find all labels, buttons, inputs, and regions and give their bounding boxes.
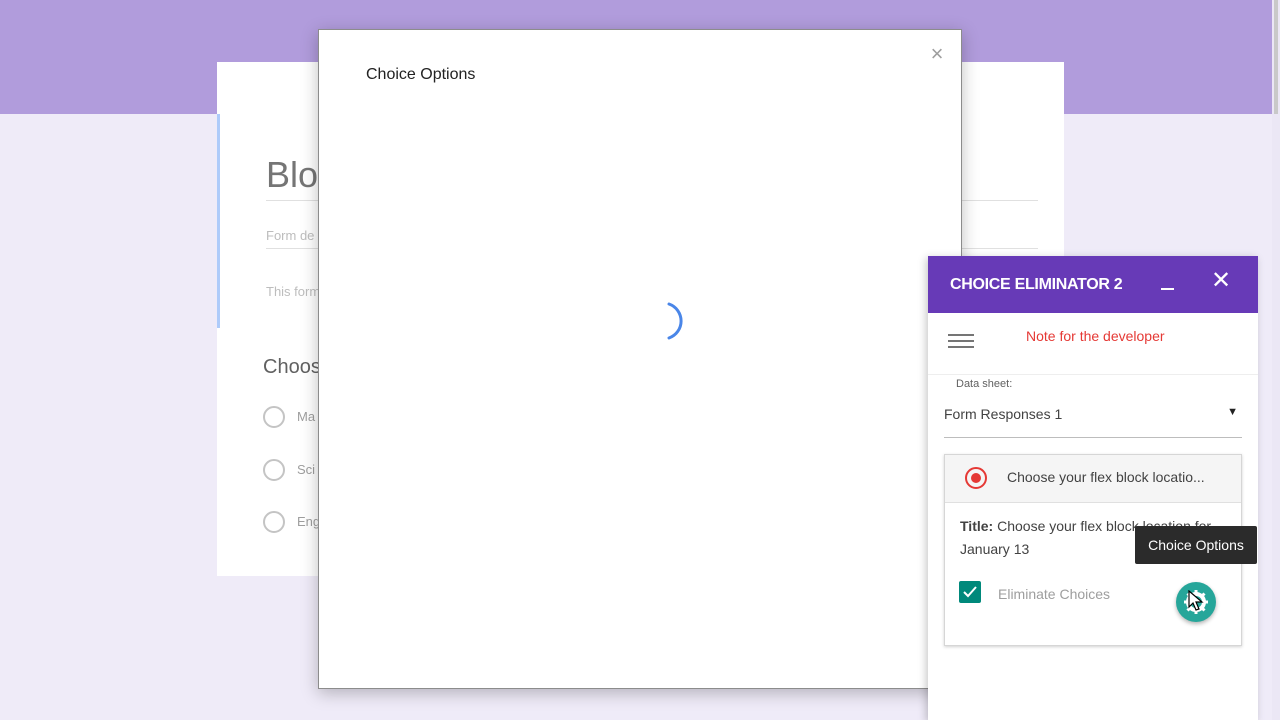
option-label: Sci — [297, 462, 316, 477]
choice-options-tooltip: Choice Options — [1135, 526, 1257, 564]
mouse-cursor-icon — [1188, 590, 1204, 611]
choice-eliminator-sidebar: CHOICE ELIMINATOR 2 ✕ Note for the devel… — [928, 256, 1258, 720]
checkmark-icon — [963, 586, 977, 598]
sidebar-header: CHOICE ELIMINATOR 2 ✕ — [928, 256, 1258, 313]
data-sheet-label: Data sheet: — [956, 378, 1013, 390]
dropdown-arrow-icon: ▼ — [1227, 406, 1238, 418]
option-label: Ma — [297, 409, 316, 424]
question-title: Choos — [263, 356, 321, 378]
question-summary: Choose your flex block locatio... — [1007, 469, 1205, 485]
close-icon[interactable]: × — [927, 43, 947, 65]
radio-button[interactable] — [263, 406, 285, 428]
hamburger-menu-icon[interactable] — [948, 332, 974, 350]
radio-button[interactable] — [263, 459, 285, 481]
developer-note-link[interactable]: Note for the developer — [1026, 328, 1165, 344]
form-description[interactable]: Form de — [266, 228, 314, 243]
divider — [928, 374, 1258, 375]
sidebar-title: CHOICE ELIMINATOR 2 — [950, 276, 1123, 293]
radio-question-icon — [965, 467, 987, 489]
form-note: This form — [266, 284, 321, 299]
radio-button[interactable] — [263, 511, 285, 533]
data-sheet-select[interactable]: Form Responses 1 ▼ — [944, 404, 1242, 438]
close-icon[interactable]: ✕ — [1210, 269, 1232, 293]
question-panel-header[interactable]: Choose your flex block locatio... — [945, 455, 1241, 503]
minimize-icon[interactable] — [1158, 274, 1178, 294]
scrollbar-thumb[interactable] — [1274, 0, 1278, 114]
dialog-title: Choice Options — [366, 66, 476, 83]
eliminate-choices-label: Eliminate Choices — [998, 586, 1111, 602]
option-label: Eng — [297, 514, 321, 529]
title-label: Title: — [960, 518, 994, 534]
form-title[interactable]: Blo — [266, 154, 318, 196]
choice-options-dialog: Choice Options × — [318, 29, 962, 689]
loading-spinner-icon — [667, 302, 683, 340]
data-sheet-value: Form Responses 1 — [944, 406, 1063, 422]
eliminate-choices-checkbox[interactable] — [959, 581, 981, 603]
page-scrollbar[interactable] — [1272, 0, 1280, 720]
